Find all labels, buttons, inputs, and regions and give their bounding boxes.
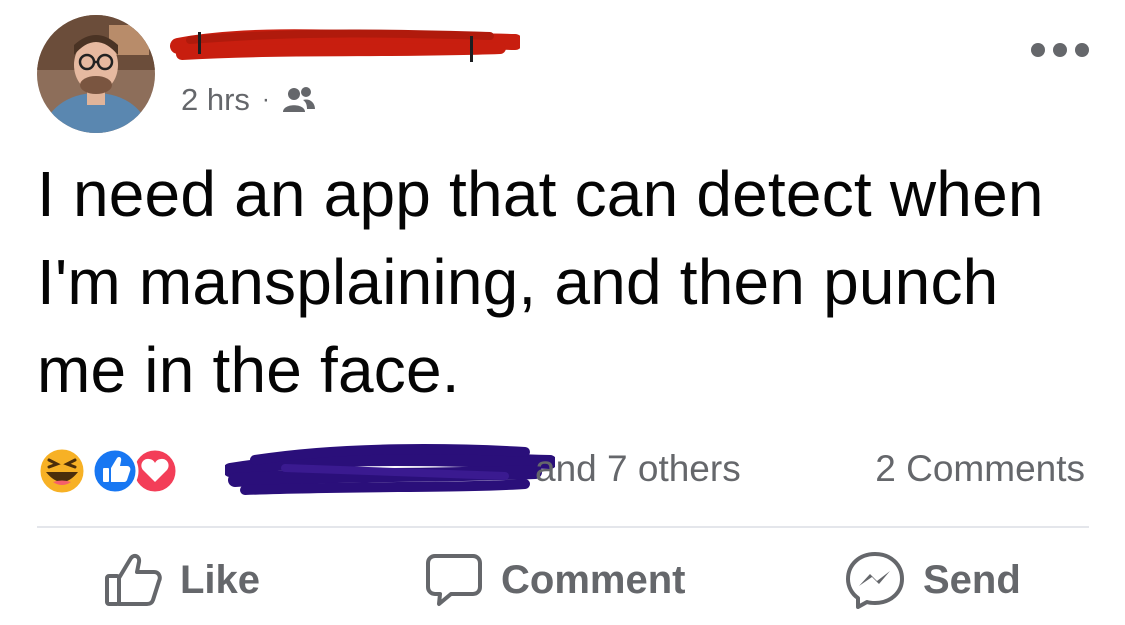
post-action-bar: Like Comment Send	[0, 540, 1125, 625]
divider	[37, 526, 1089, 528]
reactions-summary[interactable]: and 7 others 2 Comments	[35, 440, 1095, 500]
meta-separator: ·	[261, 86, 270, 113]
send-label: Send	[923, 557, 1021, 602]
reactors-others-text[interactable]: and 7 others	[535, 448, 741, 490]
comments-count[interactable]: 2 Comments	[875, 448, 1085, 490]
comment-bubble-icon	[426, 554, 482, 606]
facebook-post: 2 hrs · I need an app that can detect wh…	[0, 0, 1125, 625]
thumbs-up-icon	[105, 553, 162, 606]
redacted-author-name	[170, 29, 520, 62]
send-button[interactable]: Send	[845, 550, 1021, 610]
avatar-photo	[37, 15, 155, 133]
reaction-icons[interactable]	[35, 446, 185, 496]
messenger-icon	[846, 552, 904, 609]
post-meta: 2 hrs ·	[181, 80, 316, 120]
comment-label: Comment	[501, 557, 686, 602]
comment-button[interactable]: Comment	[425, 550, 685, 610]
post-text: I need an app that can detect when I'm m…	[37, 158, 1044, 406]
friends-icon[interactable]	[282, 85, 316, 115]
haha-reaction-icon	[37, 446, 87, 496]
more-horizontal-icon[interactable]	[1028, 38, 1092, 62]
like-reaction-icon	[91, 447, 139, 495]
like-label: Like	[180, 557, 261, 602]
love-reaction-icon	[131, 447, 179, 495]
avatar[interactable]	[37, 15, 155, 133]
timestamp[interactable]: 2 hrs	[181, 82, 250, 118]
redacted-reactor-names	[225, 444, 555, 495]
like-button[interactable]: Like	[104, 550, 260, 610]
